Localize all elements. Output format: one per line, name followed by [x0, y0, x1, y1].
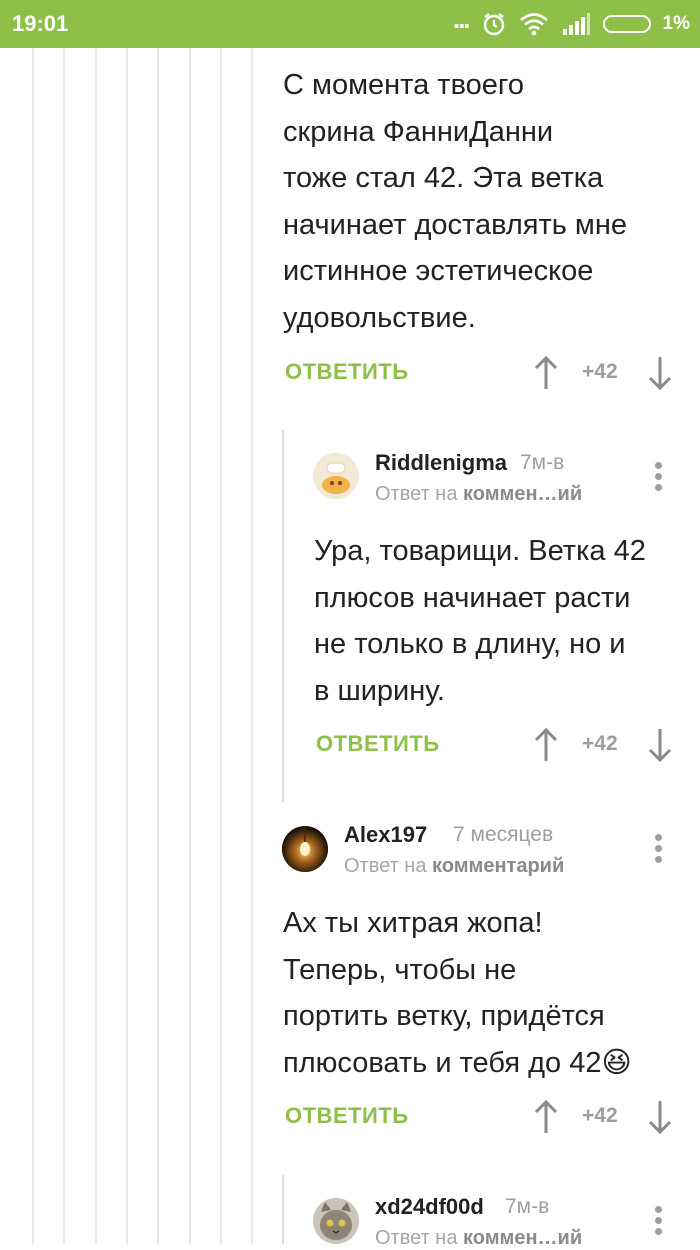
- comment-line: плюсов начинает расти: [314, 581, 631, 614]
- thread-line: [251, 48, 253, 1244]
- username[interactable]: Alex197: [344, 822, 427, 848]
- rating-count: +42: [582, 360, 618, 383]
- more-options-icon[interactable]: [652, 1206, 664, 1240]
- comment-line: Ах ты хитрая жопа!: [283, 907, 543, 939]
- comment-line: удовольствие.: [283, 301, 476, 334]
- alarm-icon: [483, 13, 504, 36]
- avatar[interactable]: [313, 453, 359, 499]
- thread-line: [157, 48, 159, 1244]
- username[interactable]: Riddlenigma: [375, 450, 507, 476]
- thread-line: [220, 48, 222, 1244]
- reply-button[interactable]: ОТВЕТИТЬ: [285, 359, 409, 385]
- upvote-icon[interactable]: [533, 1099, 559, 1135]
- comment-text: С момента твоего скрина ФанниДанни тоже …: [283, 62, 627, 341]
- downvote-icon[interactable]: [647, 727, 673, 763]
- reply-to-link[interactable]: коммен…ий: [463, 483, 582, 505]
- avatar[interactable]: [313, 1198, 359, 1244]
- laughing-emoji-icon: 😆: [601, 1046, 632, 1079]
- comment-time: 7м-в: [505, 1195, 550, 1218]
- comment-line: начинает доставлять мне: [283, 208, 627, 241]
- branch-line: [282, 1175, 284, 1244]
- reply-to-prefix: Ответ на: [375, 1227, 458, 1249]
- battery-icon: [602, 15, 651, 33]
- thread-line: [126, 48, 128, 1244]
- rating-count: +42: [582, 1104, 618, 1127]
- username[interactable]: xd24df00d: [375, 1194, 484, 1220]
- comment-line: С момента твоего: [283, 69, 524, 101]
- thread-line: [95, 48, 97, 1244]
- notification-dots: ...: [452, 4, 471, 34]
- more-options-icon[interactable]: [652, 462, 664, 496]
- comment-line: плюсовать и тебя до 42😆: [283, 1040, 632, 1087]
- comment-time: 7 месяцев: [453, 823, 554, 846]
- comment-actions: ОТВЕТИТЬ +42: [285, 1099, 680, 1139]
- comment-line-text: плюсовать и тебя до 42: [283, 1046, 602, 1079]
- comment-text: Ура, товарищи. Ветка 42 плюсов начинает …: [314, 528, 646, 714]
- avatar[interactable]: [282, 826, 328, 872]
- branch-line: [282, 430, 284, 802]
- wifi-icon: [519, 13, 548, 36]
- status-time: 19:01: [12, 11, 69, 36]
- comment-time: 7м-в: [520, 451, 565, 474]
- status-bar: 19:01 ... 1%: [0, 0, 700, 48]
- comment-line: портить ветку, придётся: [283, 1000, 605, 1032]
- avatar-image: [320, 1202, 352, 1240]
- battery-percent: 1%: [662, 13, 690, 34]
- status-icons: ... 1%: [452, 4, 690, 39]
- reply-button[interactable]: ОТВЕТИТЬ: [285, 1103, 409, 1129]
- comment-text: Ах ты хитрая жопа! Теперь, чтобы не порт…: [283, 900, 632, 1086]
- reply-to-link[interactable]: комментарий: [432, 855, 564, 877]
- reply-to: Ответ на комментарий: [344, 855, 564, 878]
- reply-to-link[interactable]: коммен…ий: [463, 1227, 582, 1249]
- downvote-icon[interactable]: [647, 1099, 673, 1135]
- downvote-icon[interactable]: [647, 355, 673, 391]
- avatar-image: [322, 462, 350, 494]
- reply-to-prefix: Ответ на: [375, 483, 458, 505]
- reply-button[interactable]: ОТВЕТИТЬ: [316, 731, 440, 757]
- thread-line: [32, 48, 34, 1244]
- reply-to-prefix: Ответ на: [344, 855, 427, 877]
- comment-actions: ОТВЕТИТЬ +42: [316, 727, 680, 767]
- thread-line: [189, 48, 191, 1244]
- signal-icon: [562, 13, 590, 35]
- comment-line: истинное эстетическое: [283, 255, 594, 287]
- thread-line: [63, 48, 65, 1244]
- more-options-icon[interactable]: [652, 834, 664, 868]
- upvote-icon[interactable]: [533, 355, 559, 391]
- reply-to: Ответ на коммен…ий: [375, 483, 582, 506]
- comment-line: скрина ФанниДанни: [283, 115, 554, 148]
- comment-actions: ОТВЕТИТЬ +42: [285, 355, 680, 395]
- comment-line: в ширину.: [314, 674, 445, 707]
- upvote-icon[interactable]: [533, 727, 559, 763]
- comment-line: тоже стал 42. Эта ветка: [283, 162, 604, 194]
- comment-line: не только в длину, но и: [314, 628, 626, 660]
- comment-line: Теперь, чтобы не: [283, 953, 517, 986]
- comment-line: Ура, товарищи. Ветка 42: [314, 535, 646, 567]
- reply-to: Ответ на коммен…ий: [375, 1227, 582, 1250]
- rating-count: +42: [582, 732, 618, 755]
- avatar-image: [282, 826, 328, 872]
